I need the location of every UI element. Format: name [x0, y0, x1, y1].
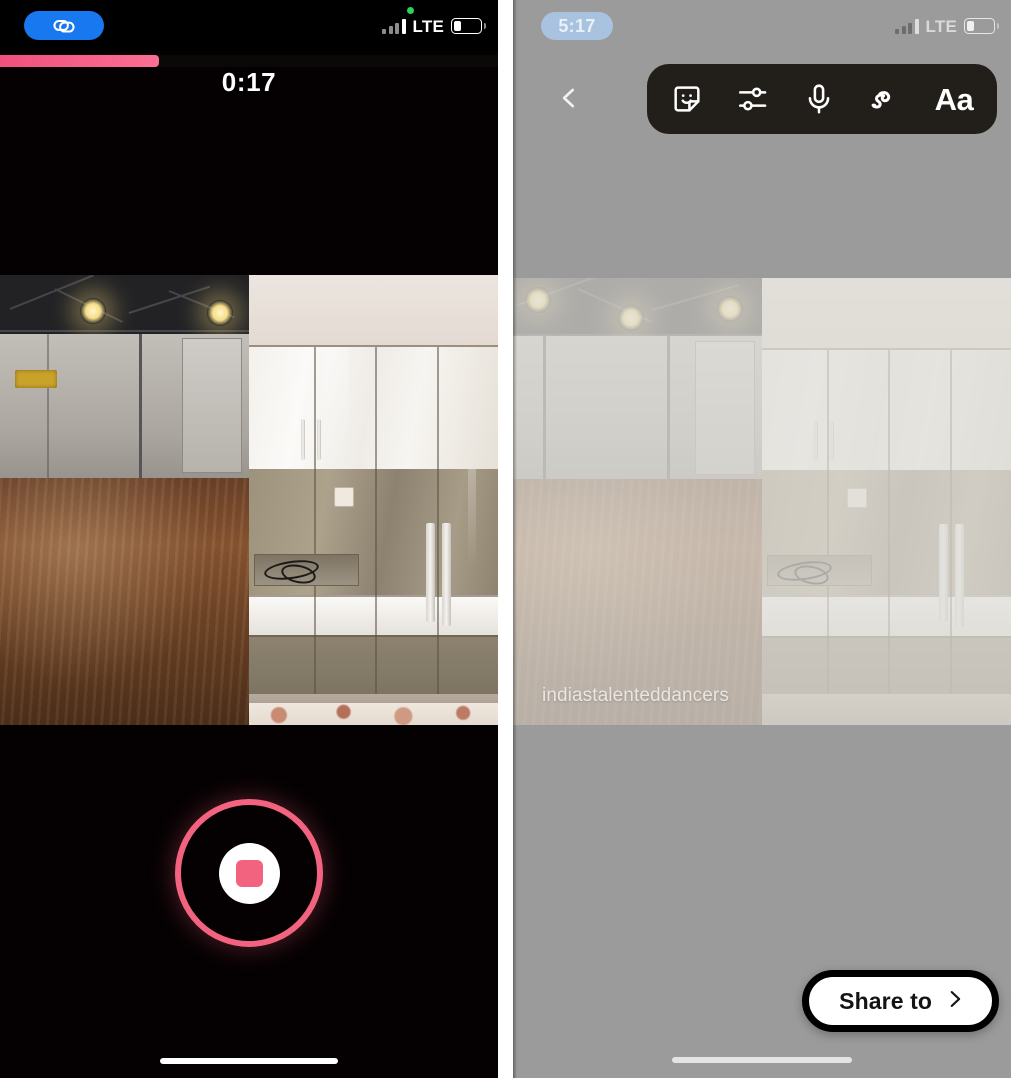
cabinet-handle [814, 421, 819, 462]
home-indicator-bar[interactable] [160, 1058, 338, 1064]
cellular-signal-bars-icon [895, 18, 919, 34]
video-clip-wardrobe [249, 275, 498, 725]
screen-recording-panel: LTE 0:17 [0, 0, 498, 1078]
cellular-signal-bars-icon [382, 18, 406, 34]
story-clip-wardrobe [762, 278, 1011, 725]
dance-studio-scene [0, 275, 249, 725]
left-status-icons: LTE [382, 16, 486, 36]
wardrobe-lower-drawers [762, 635, 1011, 694]
studio-door [181, 338, 242, 473]
cabinet-handle [938, 523, 948, 623]
room-floor [762, 693, 1011, 725]
stop-square-icon [235, 859, 263, 887]
link-chain-icon [51, 13, 77, 39]
mirror-seam [47, 333, 50, 478]
video-clip-dancers [0, 275, 249, 725]
story-editor-panel: 5:17 LTE Aa indiastalenteddancers Share … [513, 0, 1011, 1078]
share-to-container: Share to [802, 970, 999, 1032]
wall-socket [333, 486, 354, 507]
back-button[interactable] [549, 80, 589, 120]
dance-studio-scene [513, 278, 762, 725]
cabinet-handle [830, 421, 835, 462]
home-indicator-bar[interactable] [672, 1057, 852, 1063]
privacy-recording-dot [407, 7, 414, 14]
mirror-seam [139, 333, 143, 478]
story-clip-dancers: indiastalenteddancers [513, 278, 762, 725]
studio-light [617, 304, 644, 331]
cabinet-handle [425, 522, 435, 622]
wardrobe-upper-doors [762, 349, 1011, 471]
text-icon: Aa [934, 81, 974, 117]
effects-icon [736, 82, 770, 116]
right-status-icons: LTE [895, 16, 999, 36]
mirror-seam [667, 336, 671, 480]
status-time: 5:17 [558, 15, 596, 36]
studio-door [694, 340, 755, 475]
story-edit-toolbar: Aa [647, 64, 997, 134]
draw-button[interactable] [863, 77, 907, 121]
battery-low-icon [451, 18, 486, 34]
recording-time-pill[interactable]: 5:17 [541, 12, 613, 40]
effects-button[interactable] [731, 77, 775, 121]
recorded-video-frame [0, 275, 498, 725]
shutter-inner [218, 842, 280, 904]
share-to-label: Share to [839, 987, 932, 1014]
wardrobe-loft [762, 278, 1011, 350]
wardrobe-white-band [249, 594, 498, 635]
username-overlay: indiastalenteddancers [542, 685, 729, 706]
story-media-preview[interactable]: indiastalenteddancers [513, 278, 1011, 725]
sticker-icon [670, 82, 704, 116]
cabinet-handle [301, 419, 306, 460]
wall-sign [14, 369, 58, 389]
cabinet-handle [954, 523, 964, 627]
stop-recording-button[interactable] [175, 799, 323, 947]
wardrobe-upper-doors [249, 347, 498, 469]
network-label: LTE [925, 16, 957, 36]
right-status-bar: 5:17 LTE [513, 0, 1011, 52]
panel-divider [498, 0, 513, 1078]
share-to-button[interactable]: Share to [802, 970, 999, 1032]
wardrobe-lower-drawers [249, 635, 498, 694]
studio-light [206, 299, 233, 326]
sticker-button[interactable] [665, 77, 709, 121]
mirror-seam [542, 336, 546, 480]
wardrobe-white-band [762, 595, 1011, 636]
microphone-icon [802, 82, 836, 116]
wall-socket [846, 488, 867, 509]
wardrobe-scene [762, 278, 1011, 725]
studio-light [79, 297, 106, 324]
chevron-left-icon [556, 85, 582, 116]
voice-button[interactable] [797, 77, 841, 121]
wardrobe-scene [249, 275, 498, 725]
text-button[interactable]: Aa [929, 77, 979, 121]
left-status-bar: LTE [0, 0, 498, 50]
studio-light [717, 295, 744, 322]
wood-floor [0, 477, 249, 725]
cabinet-handle [441, 522, 451, 626]
wardrobe-loft [249, 275, 498, 347]
recording-timer: 0:17 [0, 62, 498, 102]
recording-indicator-pill[interactable] [24, 11, 104, 40]
chevron-right-icon [944, 988, 966, 1015]
network-label: LTE [412, 16, 444, 36]
battery-low-icon [964, 18, 999, 34]
floral-rug [249, 702, 498, 725]
side-by-side-screenshot: LTE 0:17 5:17 LTE Aa indiastalenteddance… [0, 0, 1011, 1078]
draw-icon [868, 82, 902, 116]
recording-timer-text: 0:17 [221, 66, 277, 97]
cabinet-handle [317, 419, 322, 460]
